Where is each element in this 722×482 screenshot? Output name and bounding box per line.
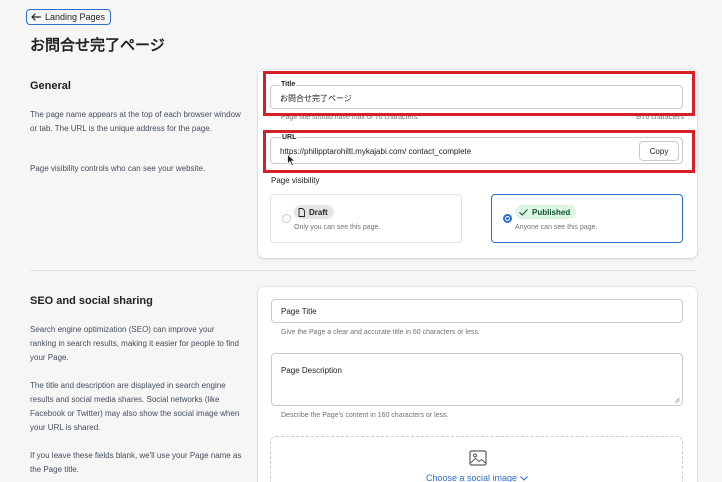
social-image-dropzone[interactable]: Choose a social image (270, 436, 683, 482)
seo-description-2: The title and description are displayed … (30, 381, 240, 432)
page-description-help: Describe the Page's content in 160 chara… (281, 412, 449, 419)
published-badge-label: Published (532, 207, 571, 217)
draft-badge-label: Draft (309, 207, 328, 217)
draft-radio[interactable] (282, 214, 291, 223)
page-description-placeholder: Page Description (281, 366, 342, 375)
seo-description-1: Search engine optimization (SEO) can imp… (30, 325, 239, 362)
back-to-landing-pages-button[interactable]: Landing Pages (26, 9, 112, 25)
page-visibility-label: Page visibility (271, 176, 320, 185)
published-radio[interactable] (503, 214, 512, 223)
url-label: URL (281, 134, 298, 141)
choose-social-image-label: Choose a social image (426, 473, 518, 482)
title-char-count: 9/70 characters (635, 114, 684, 121)
seo-description-3: If you leave these fields blank, we'll u… (30, 451, 242, 474)
title-value: お問合せ完了ページ (280, 94, 352, 103)
image-icon (469, 450, 487, 466)
published-subtext: Anyone can see this page. (515, 224, 598, 231)
page-title-placeholder: Page Title (281, 307, 317, 316)
general-heading: General (30, 80, 71, 92)
seo-card: Page Title Give the Page a clear and acc… (258, 287, 697, 482)
arrow-left-icon (31, 13, 41, 21)
page-description-textarea[interactable]: Page Description (271, 353, 683, 406)
title-label: Title (280, 81, 297, 88)
title-help-text: Page title should have max of 70 charact… (281, 114, 420, 121)
url-input[interactable]: https://philipptarohiltl.mykajabi.com/ c… (270, 137, 683, 164)
general-card: お問合せ完了ページ Title Page title should have m… (258, 70, 697, 258)
resize-handle-icon[interactable] (674, 397, 680, 403)
visibility-description: Page visibility controls who can see you… (30, 164, 206, 173)
general-description: The page name appears at the top of each… (30, 110, 241, 133)
page-title: お問合せ完了ページ (30, 37, 165, 54)
visibility-option-draft[interactable]: Draft Only you can see this page. (270, 194, 462, 243)
document-icon (298, 207, 305, 217)
checkmark-icon (519, 208, 528, 216)
mouse-cursor-icon (287, 154, 296, 167)
published-badge: Published (515, 205, 577, 219)
url-value: https://philipptarohiltl.mykajabi.com/ c… (280, 147, 472, 156)
seo-heading: SEO and social sharing (30, 295, 153, 307)
back-button-label: Landing Pages (45, 12, 106, 22)
draft-badge: Draft (294, 205, 334, 219)
section-divider (30, 270, 696, 271)
draft-subtext: Only you can see this page. (294, 224, 381, 231)
page-title-input[interactable]: Page Title (271, 299, 683, 323)
choose-social-image-link[interactable]: Choose a social image (426, 473, 528, 482)
copy-url-button[interactable]: Copy (639, 141, 679, 161)
visibility-option-published[interactable]: Published Anyone can see this page. (491, 194, 683, 243)
chevron-down-icon (520, 475, 528, 481)
page-title-help: Give the Page a clear and accurate title… (281, 329, 480, 336)
title-input[interactable]: お問合せ完了ページ (270, 85, 683, 109)
